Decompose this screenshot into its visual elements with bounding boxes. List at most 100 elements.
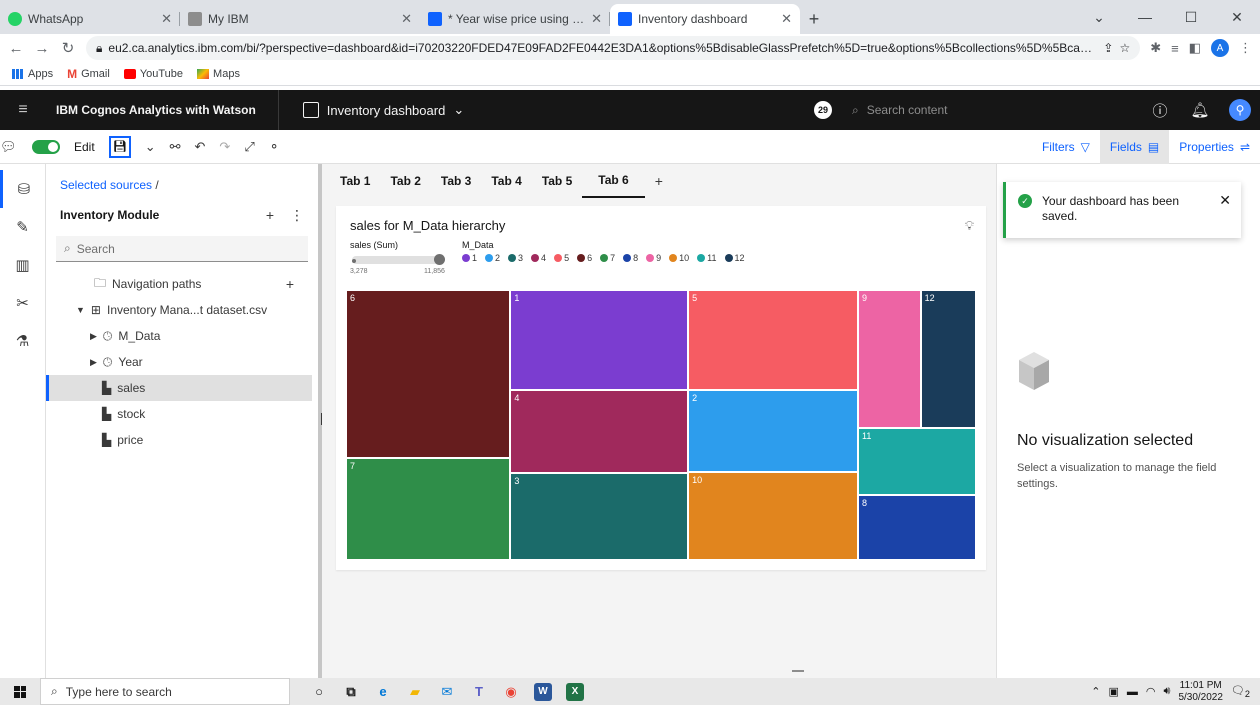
close-icon[interactable]: ✕: [1219, 192, 1231, 209]
legend-item-6[interactable]: 6: [577, 253, 592, 263]
forward-icon[interactable]: →: [34, 40, 50, 57]
mail-icon[interactable]: ✉: [438, 683, 456, 701]
treemap-cell-3[interactable]: 3: [510, 473, 689, 560]
legend-item-12[interactable]: 12: [724, 253, 745, 263]
save-options-chevron-icon[interactable]: ⌄: [145, 139, 156, 155]
tree-item-stock[interactable]: ▙ stock: [46, 401, 312, 427]
tab-search-icon[interactable]: ⌄: [1076, 0, 1122, 34]
tray-app-icon[interactable]: ▣: [1108, 685, 1118, 698]
fullscreen-icon[interactable]: ⤢: [244, 139, 254, 155]
tab-2[interactable]: Tab 2: [380, 164, 430, 198]
url-input[interactable]: 🔒︎ eu2.ca.analytics.ibm.com/bi/?perspect…: [86, 36, 1141, 60]
treemap-cell-5[interactable]: 5: [688, 290, 858, 391]
treemap-cell-4[interactable]: 4: [510, 389, 689, 474]
bookmark-youtube[interactable]: YouTube: [123, 68, 183, 80]
properties-button[interactable]: Properties ⇌: [1169, 130, 1260, 164]
chevron-up-icon[interactable]: ⌃: [1091, 685, 1100, 698]
notifications-bell-icon[interactable]: 🔔︎: [1180, 101, 1220, 119]
close-icon[interactable]: ✕: [781, 11, 792, 27]
legend-item-4[interactable]: 4: [531, 253, 546, 263]
close-icon[interactable]: ✕: [401, 11, 412, 27]
user-avatar-icon[interactable]: ⚲: [1220, 99, 1260, 121]
undo-icon[interactable]: ↶: [195, 139, 206, 155]
close-window-icon[interactable]: ✕: [1214, 0, 1260, 34]
chrome-icon[interactable]: ◉: [502, 683, 520, 701]
bookmark-gmail[interactable]: M Gmail: [67, 67, 110, 81]
help-icon[interactable]: ⓘ: [1140, 100, 1180, 121]
add-source-icon[interactable]: +: [266, 207, 274, 224]
source-search-input[interactable]: ⌕ Search: [56, 236, 308, 262]
treemap-cell-6[interactable]: 6: [346, 290, 511, 458]
edge-icon[interactable]: e: [374, 683, 392, 701]
browser-tab-whatsapp[interactable]: WhatsApp ✕: [0, 4, 180, 34]
legend-item-9[interactable]: 9: [646, 253, 661, 263]
visualizations-icon[interactable]: ▥: [0, 246, 45, 284]
breadcrumb[interactable]: Selected sources /: [60, 178, 159, 192]
browser-tab-line-graph[interactable]: * Year wise price using Line grapl ✕: [420, 4, 610, 34]
extensions-icon[interactable]: ✱: [1150, 40, 1161, 56]
treemap-cell-12[interactable]: 12: [920, 290, 976, 428]
caret-right-icon[interactable]: ▶: [90, 331, 97, 342]
treemap-cell-8[interactable]: 8: [858, 494, 976, 560]
redo-icon[interactable]: ↷: [219, 139, 230, 155]
share-icon[interactable]: ⇪: [1103, 41, 1113, 55]
filters-button[interactable]: Filters ▽: [1032, 130, 1100, 164]
minimize-icon[interactable]: —: [1122, 0, 1168, 34]
legend-item-5[interactable]: 5: [554, 253, 569, 263]
canvas-resize-handle[interactable]: [792, 670, 804, 672]
tree-item-m-data[interactable]: ▶ 🕓︎ M_Data: [46, 323, 312, 349]
kebab-menu-icon[interactable]: ⋮: [1239, 40, 1252, 56]
legend-item-2[interactable]: 2: [485, 253, 500, 263]
maximize-icon[interactable]: ☐: [1168, 0, 1214, 34]
treemap-visualization[interactable]: sales for M_Data hierarchy 💡︎ sales (Sum…: [336, 206, 986, 570]
new-tab-button[interactable]: +: [800, 4, 828, 34]
notification-count-badge[interactable]: 29: [814, 101, 832, 119]
cortana-icon[interactable]: ○: [310, 683, 328, 701]
hamburger-menu-icon[interactable]: ≡: [0, 101, 46, 119]
tab-1[interactable]: Tab 1: [330, 164, 380, 198]
save-button[interactable]: 💾︎: [108, 135, 131, 158]
reload-icon[interactable]: ↻: [60, 39, 76, 57]
word-icon[interactable]: W: [534, 682, 552, 701]
tree-item-sales[interactable]: ▙ sales: [46, 375, 312, 401]
add-navigation-path-icon[interactable]: +: [286, 276, 294, 292]
caret-down-icon[interactable]: ▼: [76, 305, 85, 315]
tab-3[interactable]: Tab 3: [431, 164, 481, 198]
notifications-icon[interactable]: 🗨︎2: [1231, 684, 1250, 699]
close-icon[interactable]: ✕: [161, 11, 172, 27]
dashboard-title-menu[interactable]: Inventory dashboard ⌄: [279, 102, 464, 118]
widgets-icon[interactable]: ✂: [0, 284, 45, 322]
taskbar-search-input[interactable]: ⌕ Type here to search: [40, 678, 290, 705]
side-panel-icon[interactable]: ◧: [1189, 40, 1201, 56]
treemap-cell-11[interactable]: 11: [858, 427, 976, 495]
file-explorer-icon[interactable]: ▰: [406, 683, 424, 701]
tree-item-dataset[interactable]: ▼ ⊞ Inventory Mana...t dataset.csv: [46, 297, 312, 323]
legend-item-3[interactable]: 3: [508, 253, 523, 263]
tree-item-price[interactable]: ▙ price: [46, 427, 312, 453]
tree-item-year[interactable]: ▶ 🕓︎ Year: [46, 349, 312, 375]
treemap-cell-7[interactable]: 7: [346, 457, 511, 560]
tab-5[interactable]: Tab 5: [532, 164, 582, 198]
chat-icon[interactable]: 💬︎: [0, 139, 18, 155]
reading-list-icon[interactable]: ≡: [1171, 41, 1179, 56]
browser-tab-my-ibm[interactable]: My IBM ✕: [180, 4, 420, 34]
treemap-cell-1[interactable]: 1: [510, 290, 689, 390]
legend-item-11[interactable]: 11: [697, 253, 717, 263]
legend-item-10[interactable]: 10: [669, 253, 689, 263]
close-icon[interactable]: ✕: [591, 11, 602, 27]
kebab-menu-icon[interactable]: ⋮: [290, 207, 304, 224]
share-icon[interactable]: ⚯: [170, 139, 181, 155]
pin-icon[interactable]: ⚬: [269, 139, 280, 155]
content-search-input[interactable]: ⌕ Search content: [846, 90, 992, 130]
pin-icon[interactable]: ✎: [0, 208, 45, 246]
wifi-icon[interactable]: ◠: [1146, 685, 1156, 698]
task-view-icon[interactable]: ⧉: [342, 683, 360, 701]
start-button[interactable]: [0, 685, 40, 698]
profile-avatar[interactable]: A: [1211, 39, 1229, 57]
clock[interactable]: 11:01 PM 5/30/2022: [1178, 680, 1223, 704]
add-tab-button[interactable]: +: [645, 173, 673, 189]
tab-6[interactable]: Tab 6: [582, 164, 645, 198]
sources-icon[interactable]: ⛁: [0, 170, 45, 208]
bookmark-apps[interactable]: Apps: [12, 68, 53, 80]
excel-icon[interactable]: X: [566, 682, 584, 701]
